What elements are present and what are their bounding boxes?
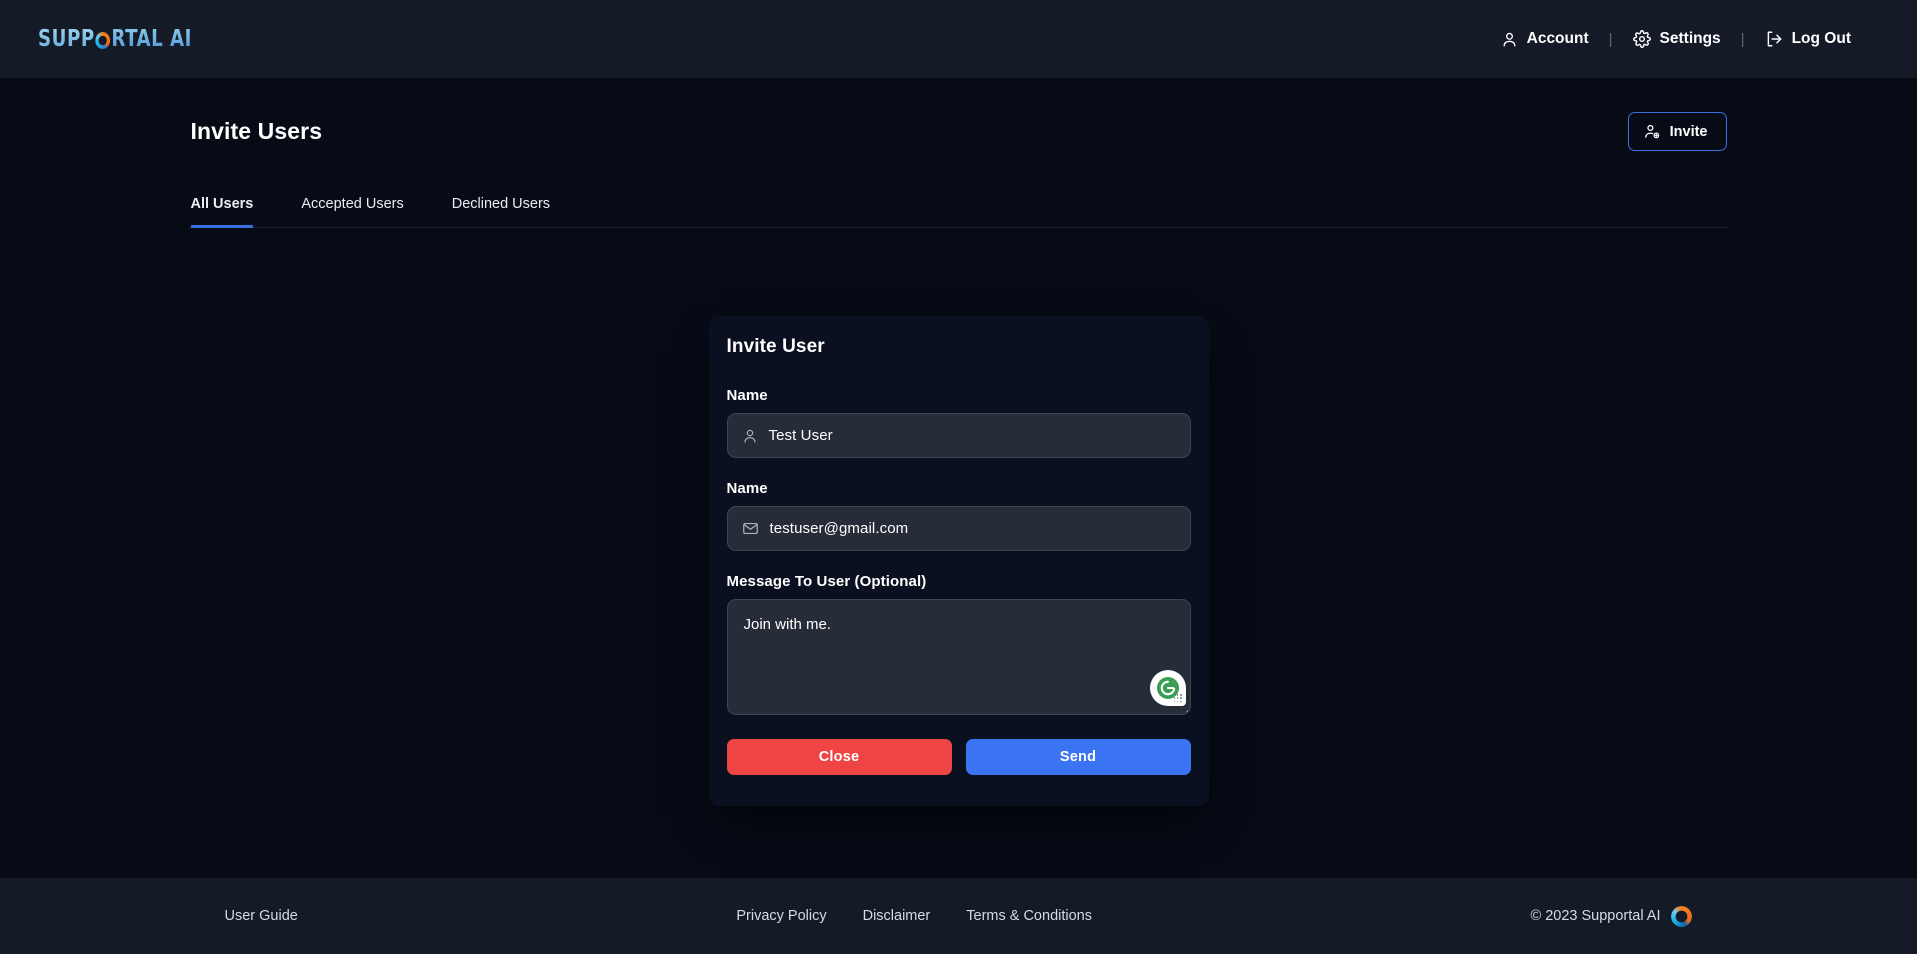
nav-item-account-label: Account (1526, 30, 1589, 47)
footer-links: Privacy Policy Disclaimer Terms & Condit… (736, 908, 1092, 924)
name-input-value: Test User (768, 427, 833, 444)
nav-item-logout-label: Log Out (1791, 30, 1851, 47)
nav-item-settings[interactable]: Settings (1623, 24, 1731, 54)
footer-link-user-guide[interactable]: User Guide (225, 908, 298, 924)
page-footer: User Guide Privacy Policy Disclaimer Ter… (0, 878, 1917, 954)
email-field-label: Name (726, 480, 768, 497)
footer-copyright-block: © 2023 Supportal AI (1530, 905, 1693, 927)
top-navigation-bar: SUPP RTAL AI Account | Settings | Log Ou… (0, 0, 1917, 78)
nav-item-account[interactable]: Account (1491, 24, 1599, 54)
message-textarea-value: Join with me. (743, 616, 832, 633)
email-input-value: testuser@gmail.com (769, 520, 909, 537)
message-field-label: Message To User (Optional) (726, 573, 927, 590)
invite-button-label: Invite (1669, 123, 1708, 140)
send-button[interactable]: Send (965, 739, 1191, 775)
tab-declined-users[interactable]: Declined Users (452, 196, 550, 228)
page-header-row: Invite Users Invite (189, 112, 1729, 151)
nav-item-logout[interactable]: Log Out (1755, 24, 1861, 54)
form-actions: Close Send (726, 739, 1191, 775)
brand-logo-text-part1: SUPP (38, 26, 95, 52)
person-icon (1501, 31, 1518, 48)
footer-content: User Guide Privacy Policy Disclaimer Ter… (189, 905, 1729, 927)
close-button[interactable]: Close (726, 739, 952, 775)
person-icon (742, 428, 758, 444)
email-input[interactable]: testuser@gmail.com (726, 506, 1191, 551)
add-user-icon (1644, 123, 1661, 140)
envelope-icon (742, 520, 759, 537)
gear-icon (1632, 30, 1651, 48)
textarea-resize-handle[interactable] (1175, 699, 1188, 712)
top-nav-links: Account | Settings | Log Out (1491, 24, 1885, 54)
page-content-container: Invite Users Invite All Users Accepted U… (188, 78, 1729, 228)
footer-link-privacy-policy[interactable]: Privacy Policy (736, 908, 826, 924)
name-input[interactable]: Test User (726, 413, 1191, 458)
form-title: Invite User (726, 336, 825, 357)
ring-logo-icon (95, 31, 111, 49)
ring-logo-icon (1671, 905, 1693, 927)
message-textarea[interactable]: Join with me. (726, 599, 1191, 715)
tab-bar: All Users Accepted Users Declined Users (188, 195, 1729, 228)
tab-accepted-users[interactable]: Accepted Users (301, 196, 403, 228)
brand-logo[interactable]: SUPP RTAL AI (36, 0, 213, 78)
brand-logo-text: SUPP RTAL AI (38, 26, 192, 52)
nav-separator-2: | (1740, 30, 1745, 48)
page-body: Invite Users Invite All Users Accepted U… (0, 78, 1917, 907)
logout-icon (1765, 30, 1783, 48)
name-field-label: Name (726, 387, 768, 404)
page-title: Invite Users (190, 118, 323, 144)
nav-item-settings-label: Settings (1659, 30, 1721, 47)
tab-all-users[interactable]: All Users (190, 196, 254, 228)
copyright-text: © 2023 Supportal AI (1530, 908, 1661, 924)
invite-button[interactable]: Invite (1627, 112, 1727, 151)
brand-logo-text-part2: RTAL AI (111, 26, 192, 52)
footer-link-disclaimer[interactable]: Disclaimer (863, 908, 931, 924)
nav-separator-1: | (1608, 30, 1613, 48)
footer-link-terms-conditions[interactable]: Terms & Conditions (966, 908, 1092, 924)
invite-user-form: Invite User Name Test User Name testuser… (726, 336, 1191, 775)
